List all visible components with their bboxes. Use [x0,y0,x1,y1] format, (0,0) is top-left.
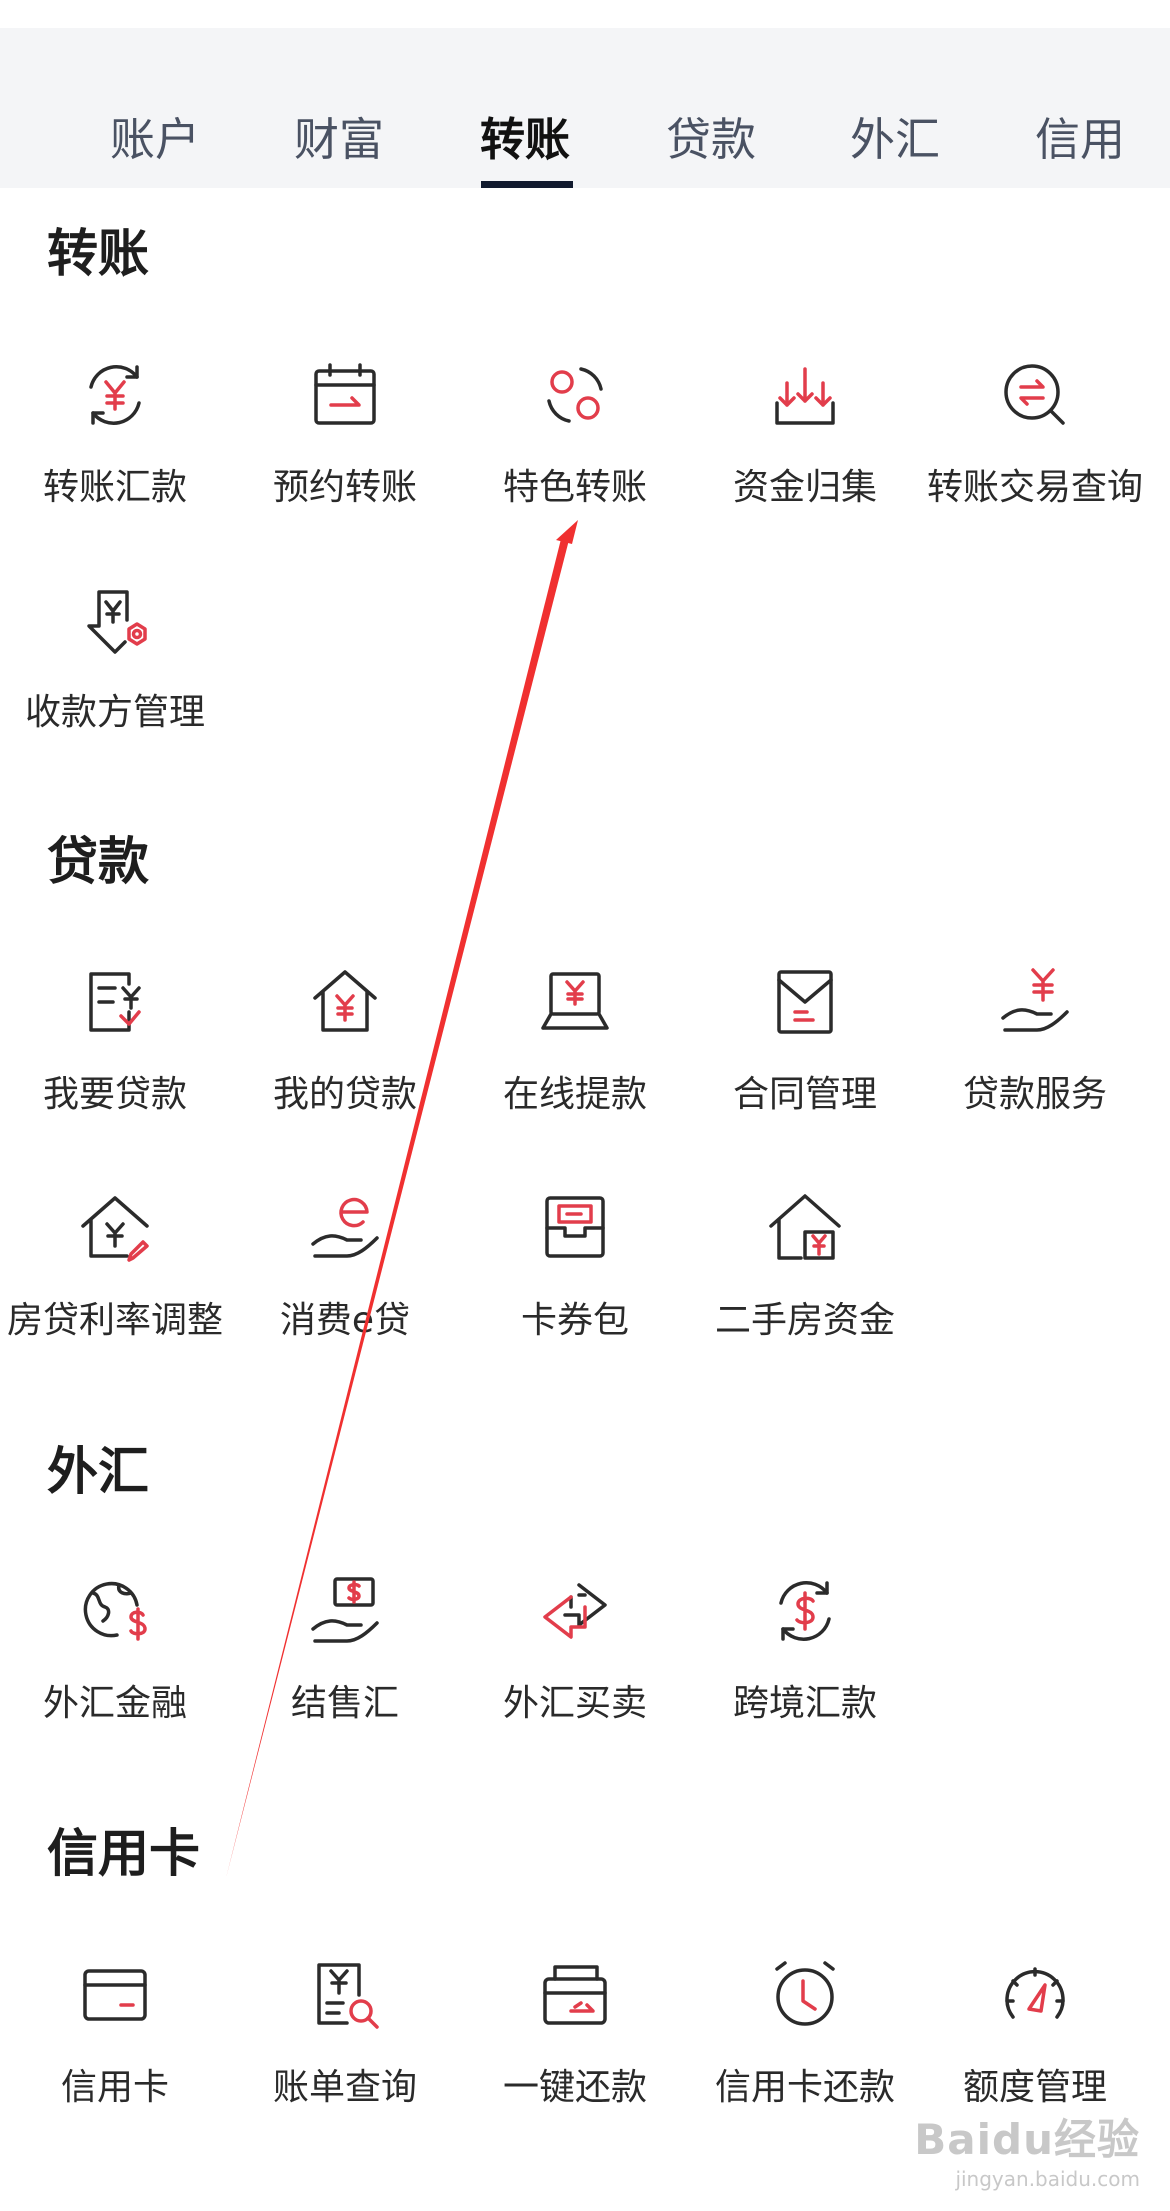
coupon-wallet-icon [535,1188,615,1268]
contract-envelope-icon [765,962,845,1042]
active-tab-indicator [481,181,573,188]
menu-item-label: 收款方管理 [24,692,205,733]
section-title-credit-card: 信用卡 [47,1825,201,1884]
calendar-transfer-icon [305,355,385,435]
laptop-yuan-icon [535,962,615,1042]
house-edit-icon [75,1188,155,1268]
tab-loan[interactable]: 贷款 [666,110,756,170]
menu-item-cross-border-remit[interactable]: 跨境汇款 [690,1571,920,1761]
menu-item-fx-settlement[interactable]: 结售汇 [230,1571,460,1761]
menu-item-contract-management[interactable]: 合同管理 [690,962,920,1152]
menu-item-bill-query[interactable]: 账单查询 [230,1955,460,2145]
tab-transfer[interactable]: 转账 [480,110,570,170]
hand-dollar-icon [305,1571,385,1651]
menu-item-funds-collection[interactable]: 资金归集 [690,355,920,545]
bill-search-icon [305,1955,385,2035]
card-repay-icon [535,1955,615,2035]
alarm-clock-icon [765,1955,845,2035]
section-title-transfer: 转账 [47,225,150,284]
menu-item-consumer-e-loan[interactable]: 消费e贷 [230,1188,460,1378]
menu-item-label: 跨境汇款 [732,1683,877,1724]
menu-item-one-click-repay[interactable]: 一键还款 [460,1955,690,2145]
globe-dollar-icon [75,1571,155,1651]
menu-item-special-transfer[interactable]: 特色转账 [460,355,690,545]
hand-yuan-icon [995,962,1075,1042]
house-yuan-icon [305,962,385,1042]
section-title-loan: 贷款 [47,833,150,892]
menu-item-loan-service[interactable]: 贷款服务 [920,962,1150,1152]
menu-item-label: 二手房资金 [714,1300,895,1341]
menu-item-fx-trading[interactable]: 外汇买卖 [460,1571,690,1761]
menu-item-credit-card-repay[interactable]: 信用卡还款 [690,1955,920,2145]
tab-forex[interactable]: 外汇 [850,110,940,170]
circles-exchange-icon [535,355,615,435]
menu-item-transfer-query[interactable]: 转账交易查询 [920,355,1150,545]
menu-item-transfer-remit[interactable]: 转账汇款 [0,355,230,545]
menu-item-forex-finance[interactable]: 外汇金融 [0,1571,230,1761]
house-funds-icon [765,1188,845,1268]
menu-item-coupon-wallet[interactable]: 卡券包 [460,1188,690,1378]
menu-item-label: 额度管理 [962,2067,1107,2108]
menu-item-my-loans[interactable]: 我的贷款 [230,962,460,1152]
menu-item-apply-loan[interactable]: 我要贷款 [0,962,230,1152]
menu-item-credit-card[interactable]: 信用卡 [0,1955,230,2145]
menu-item-label: 转账交易查询 [926,467,1143,508]
menu-item-payee-management[interactable]: 收款方管理 [0,580,230,770]
transfer-search-icon [995,355,1075,435]
loan-apply-icon [75,962,155,1042]
menu-item-label: 贷款服务 [962,1074,1107,1115]
hand-e-icon [305,1188,385,1268]
menu-item-scheduled-transfer[interactable]: 预约转账 [230,355,460,545]
watermark-main: Baidu经验 [914,2115,1140,2164]
dollar-refresh-icon [765,1571,845,1651]
top-tab-bar: 账户 财富 转账 贷款 外汇 信用 [0,28,1170,188]
funds-collect-icon [765,355,845,435]
watermark-sub: jingyan.baidu.com [955,2167,1140,2191]
section-title-forex: 外汇 [47,1443,150,1502]
yuan-refresh-icon [75,355,155,435]
tab-wealth[interactable]: 财富 [294,110,384,170]
baidu-jingyan-watermark: Baidu经验 jingyan.baidu.com [914,2106,1140,2191]
menu-item-online-withdrawal[interactable]: 在线提款 [460,962,690,1152]
credit-card-icon [75,1955,155,2035]
gauge-icon [995,1955,1075,2035]
tab-account[interactable]: 账户 [110,110,200,170]
tab-credit[interactable]: 信用 [1035,110,1125,170]
menu-item-second-hand-house-funds[interactable]: 二手房资金 [690,1188,920,1378]
exchange-arrows-icon [535,1571,615,1651]
payee-manage-icon [75,580,155,660]
menu-item-mortgage-rate-adjust[interactable]: 房贷利率调整 [0,1188,230,1378]
